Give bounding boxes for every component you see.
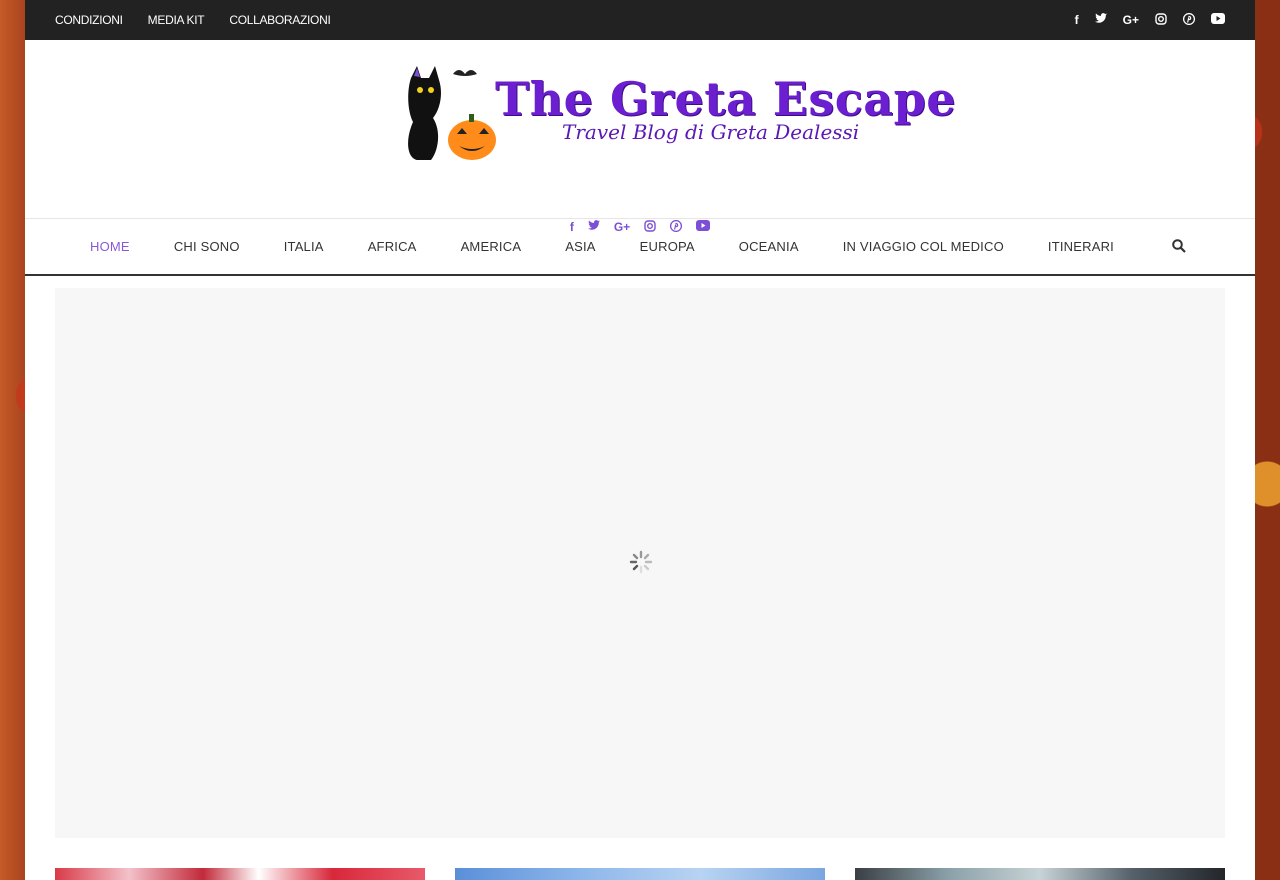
instagram-icon[interactable]	[1155, 12, 1167, 28]
top-links: CONDIZIONI MEDIA KIT COLLABORAZIONI	[55, 13, 331, 27]
top-link-condizioni[interactable]: CONDIZIONI	[55, 13, 123, 27]
nav-item-home[interactable]: HOME	[90, 239, 130, 254]
nav-item-asia[interactable]: ASIA	[565, 239, 595, 254]
page-container: CONDIZIONI MEDIA KIT COLLABORAZIONI f G+	[25, 0, 1255, 880]
nav-item-chi-sono[interactable]: CHI SONO	[174, 239, 240, 254]
twitter-icon[interactable]	[1094, 13, 1107, 27]
facebook-icon[interactable]: f	[1075, 13, 1079, 27]
logo-subtitle: Travel Blog di Greta Dealessi	[562, 120, 860, 144]
nav-item-europa[interactable]: EUROPA	[640, 239, 695, 254]
nav-item-in-viaggio-col-medico[interactable]: IN VIAGGIO COL MEDICO	[843, 239, 1004, 254]
pinterest-icon[interactable]	[1182, 12, 1196, 28]
search-icon[interactable]	[1172, 239, 1186, 253]
nav-item-africa[interactable]: AFRICA	[368, 239, 417, 254]
nav-items: HOME CHI SONO ITALIA AFRICA AMERICA ASIA…	[90, 239, 1158, 254]
youtube-icon[interactable]	[1211, 13, 1225, 27]
site-header: The Greta Escape Travel Blog di Greta De…	[25, 40, 1255, 234]
google-plus-icon[interactable]: G+	[1123, 13, 1139, 27]
loading-spinner-icon	[629, 550, 653, 574]
featured-slider[interactable]	[55, 288, 1225, 838]
nav-item-itinerari[interactable]: ITINERARI	[1048, 239, 1114, 254]
nav-item-america[interactable]: AMERICA	[461, 239, 522, 254]
top-bar: CONDIZIONI MEDIA KIT COLLABORAZIONI f G+	[25, 0, 1255, 40]
top-link-collaborazioni[interactable]: COLLABORAZIONI	[229, 13, 330, 27]
top-social-icons: f G+	[1075, 12, 1225, 28]
post-thumbnail[interactable]	[455, 868, 825, 880]
main-nav: HOME CHI SONO ITALIA AFRICA AMERICA ASIA…	[25, 218, 1255, 276]
post-thumbnail[interactable]	[55, 868, 425, 880]
post-thumbnail[interactable]	[855, 868, 1225, 880]
nav-item-italia[interactable]: ITALIA	[284, 239, 324, 254]
top-link-media-kit[interactable]: MEDIA KIT	[148, 13, 205, 27]
logo-title: The Greta Escape	[495, 72, 957, 126]
site-logo[interactable]: The Greta Escape Travel Blog di Greta De…	[397, 60, 956, 162]
nav-item-oceania[interactable]: OCEANIA	[739, 239, 799, 254]
cat-pumpkin-icon	[408, 66, 496, 160]
